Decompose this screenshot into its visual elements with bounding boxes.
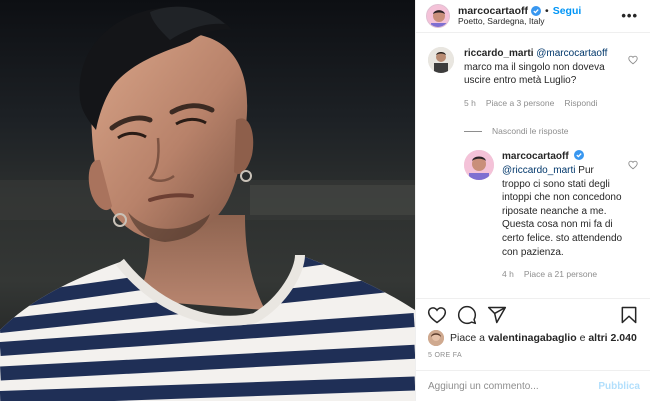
reply-avatar[interactable] (464, 150, 494, 181)
reply-avatar-image (464, 150, 494, 181)
liker-avatar-image (428, 330, 444, 346)
heart-icon (427, 306, 447, 323)
publish-button[interactable]: Pubblica (598, 381, 640, 392)
reply-time[interactable]: 4 h (502, 268, 514, 282)
liker-avatar[interactable] (428, 330, 444, 346)
like-button[interactable] (426, 304, 448, 326)
share-button[interactable] (486, 304, 508, 326)
likes-prefix: Piace a (450, 332, 486, 344)
likes-summary: Piace a valentinagabaglio e altri 2.040 (428, 330, 637, 346)
add-comment-bar: Pubblica (416, 370, 650, 401)
comment-input[interactable] (428, 380, 599, 392)
hide-replies-line (464, 130, 482, 132)
reply-heart-icon[interactable] (628, 160, 638, 170)
comment-mention[interactable]: @marcocartaoff (536, 48, 607, 59)
post-timestamp[interactable]: 5 ORE FA (428, 352, 462, 359)
comments-list[interactable]: riccardo_marti @marcocartaoff marco ma i… (416, 33, 650, 297)
post-photo-image (0, 0, 415, 401)
post-actions-bar (416, 298, 650, 330)
comment-icon (457, 305, 477, 324)
post-header: marcocartaoff • Segui Poetto, Sardegna, … (416, 0, 650, 33)
comment-text: marco ma il singolo non doveva uscire en… (464, 61, 605, 87)
comment-likes[interactable]: Piace a 3 persone (486, 97, 555, 111)
commenter-avatar-image (428, 47, 454, 73)
reply-likes[interactable]: Piace a 21 persone (524, 268, 597, 282)
comment-heart-icon[interactable] (628, 55, 638, 65)
save-button[interactable] (618, 304, 640, 326)
verified-badge-icon (531, 6, 542, 17)
verified-badge-icon (574, 150, 585, 161)
bookmark-icon (621, 306, 637, 323)
follow-button[interactable]: Segui (553, 5, 582, 17)
hide-replies-button[interactable]: Nascondi le risposte (464, 126, 640, 136)
hide-replies-label: Nascondi le risposte (492, 126, 569, 137)
author-avatar[interactable] (426, 4, 450, 28)
likes-middle: e (579, 332, 586, 344)
comment-button[interactable] (456, 304, 478, 326)
author-avatar-image (427, 5, 449, 27)
liker-username[interactable]: valentinagabaglio (488, 332, 577, 344)
comment-item: riccardo_marti @marcocartaoff marco ma i… (428, 47, 640, 110)
reply-button[interactable]: Rispondi (564, 97, 597, 111)
reply-mention[interactable]: @riccardo_marti (502, 165, 576, 176)
reply-item: marcocartaoff @riccardo_marti Pur troppo… (464, 150, 640, 281)
commenter-avatar[interactable] (428, 47, 454, 73)
header-separator: • (545, 5, 549, 18)
post-location[interactable]: Poetto, Sardegna, Italy (458, 16, 581, 27)
reply-username[interactable]: marcocartaoff (502, 151, 569, 162)
post-photo[interactable] (0, 0, 415, 401)
share-icon (487, 306, 507, 323)
reply-text: Pur troppo ci sono stati degli intoppi c… (502, 164, 623, 258)
more-options-icon[interactable]: ••• (621, 8, 638, 23)
post-side-panel: marcocartaoff • Segui Poetto, Sardegna, … (415, 0, 650, 401)
likes-others[interactable]: altri 2.040 (588, 332, 636, 344)
comment-time[interactable]: 5 h (464, 97, 476, 111)
commenter-username[interactable]: riccardo_marti (464, 48, 533, 59)
